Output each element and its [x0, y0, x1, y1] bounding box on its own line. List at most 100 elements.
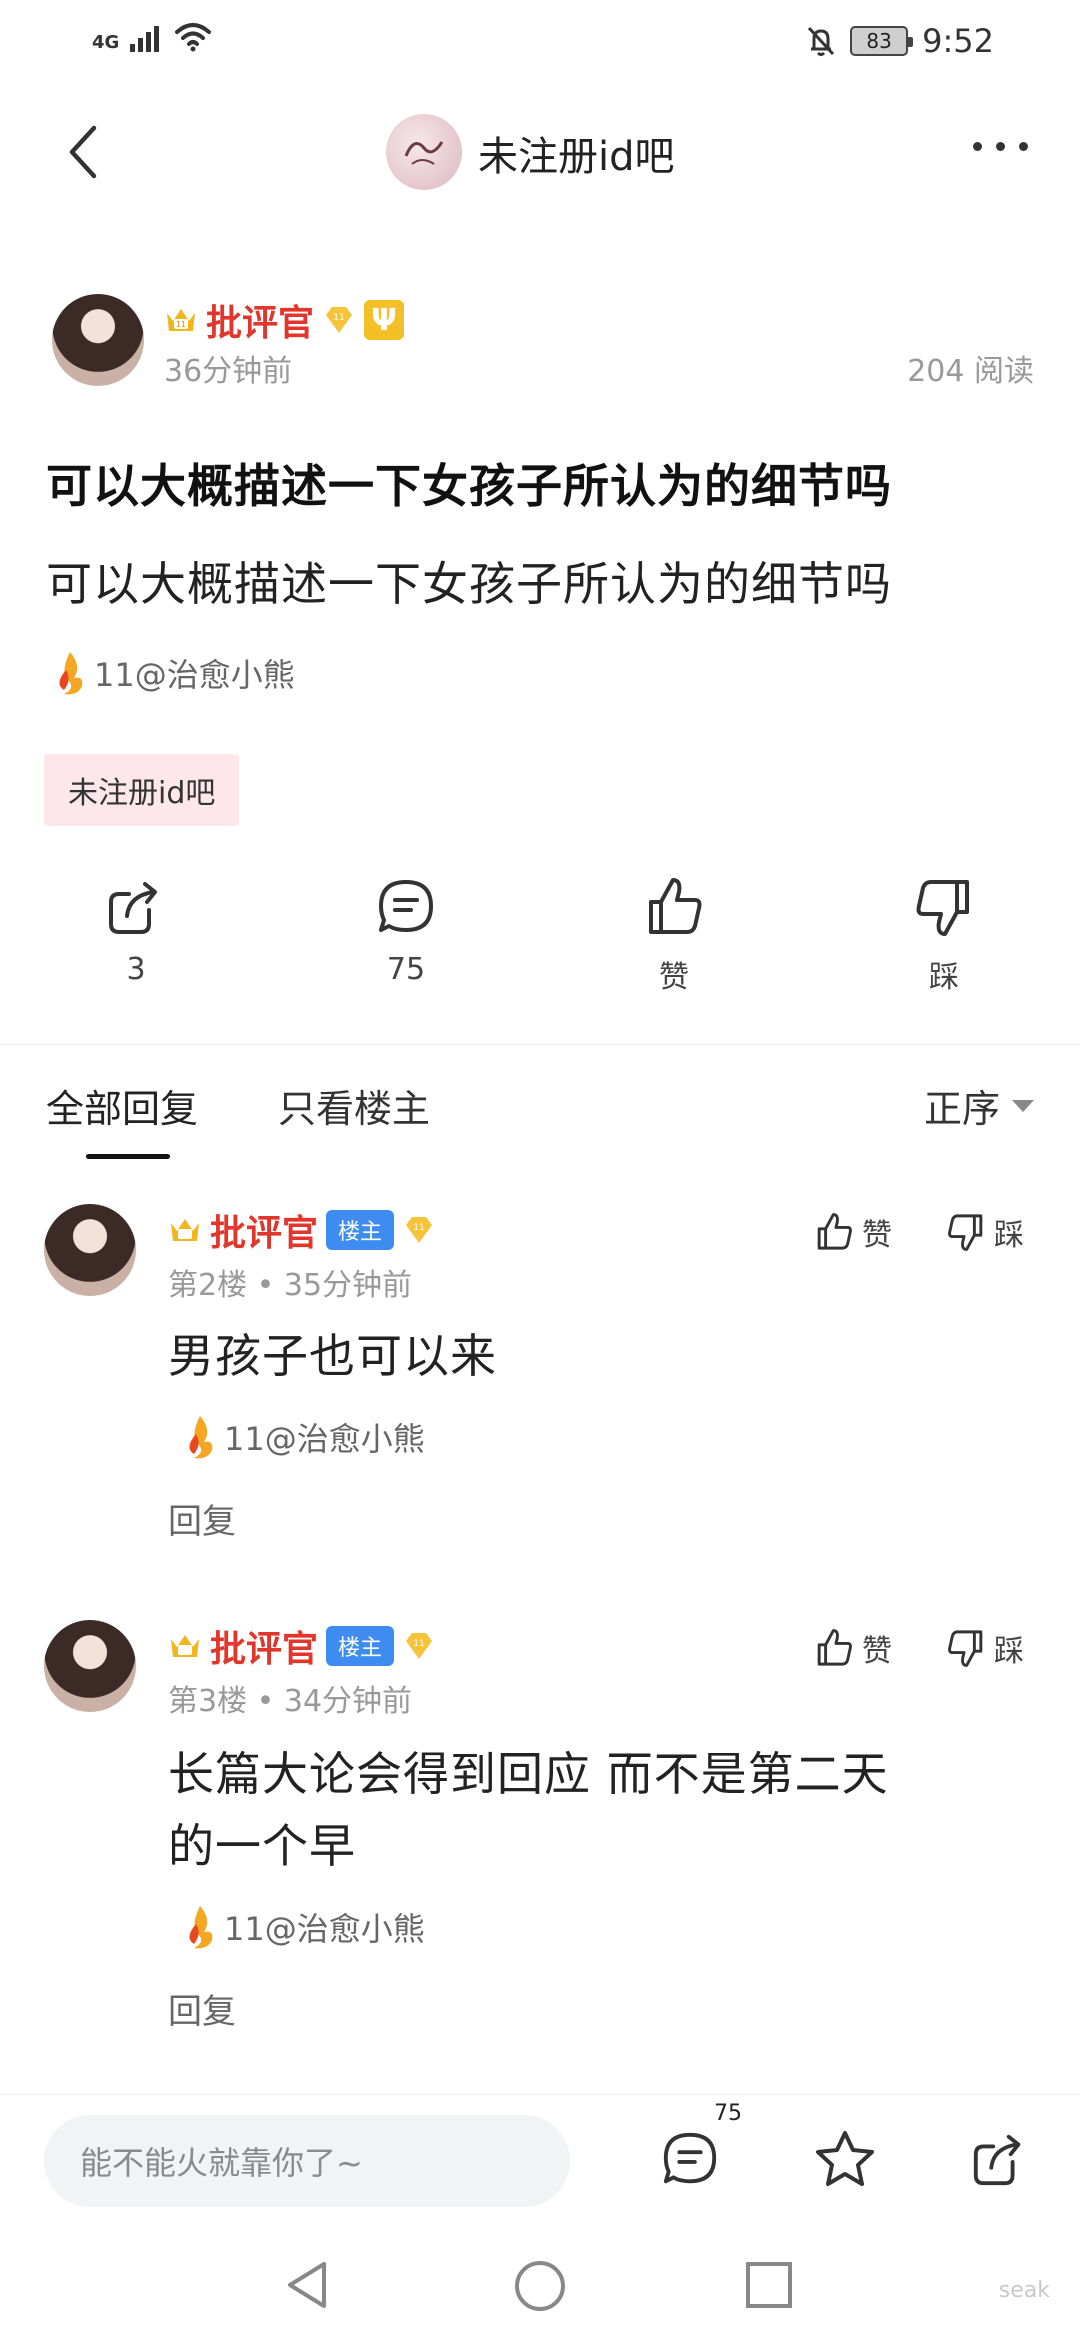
reply-like-button[interactable]: 赞: [814, 1210, 892, 1254]
thumbs-down-icon: [916, 880, 969, 936]
reply-ip-location: 11@治愈小熊: [180, 1414, 425, 1460]
level-diamond-icon: 11: [406, 1217, 433, 1243]
more-dot-icon: [996, 142, 1005, 151]
status-right: 83 9:52: [806, 22, 994, 60]
comment-button[interactable]: 75: [336, 876, 476, 987]
level-diamond-icon: 11: [406, 1633, 433, 1659]
reply-text-line: 的一个早: [168, 1819, 356, 1873]
meta-separator: •: [256, 1268, 284, 1303]
status-bar: 4G 83 9:52: [0, 0, 1080, 84]
comment-icon: [379, 880, 433, 932]
nav-back-icon[interactable]: [282, 2258, 332, 2312]
chevron-left-icon: [69, 125, 97, 179]
bar-logo-art: [404, 141, 444, 165]
clock: 9:52: [922, 22, 994, 60]
status-left: 4G: [92, 22, 213, 52]
meta-separator: •: [256, 1684, 284, 1719]
reply-meta: 第2楼 • 35分钟前: [168, 1260, 412, 1304]
more-dot-icon: [1019, 142, 1028, 151]
nav-home-icon[interactable]: [512, 2258, 568, 2314]
reply-author-row: 批评官 楼主 11: [168, 1204, 436, 1256]
tab-all-replies[interactable]: 全部回复: [46, 1078, 198, 1133]
reply-text: 男孩子也可以来: [168, 1329, 497, 1383]
bar-logo[interactable]: [386, 114, 462, 190]
caret-down-icon: [1012, 1099, 1034, 1112]
flame-icon: [189, 1906, 213, 1949]
tab-op-only[interactable]: 只看楼主: [278, 1078, 430, 1133]
flame-icon: [59, 652, 83, 695]
svg-text:11: 11: [176, 320, 186, 329]
reply-dislike-button[interactable]: 踩: [946, 1626, 1024, 1670]
author-name[interactable]: 批评官: [206, 294, 314, 346]
reply-avatar[interactable]: [44, 1620, 136, 1712]
like-button[interactable]: 赞: [604, 876, 744, 996]
crown-icon: [171, 1219, 199, 1241]
bar-tag[interactable]: 未注册id吧: [44, 754, 240, 826]
reply-dislike-label: 踩: [994, 1218, 1024, 1253]
post-time: 36分钟前: [164, 354, 293, 389]
share-count: 3: [126, 952, 146, 987]
level-number: 11: [333, 313, 344, 323]
share-icon: [109, 882, 157, 934]
reply-like-label: 赞: [862, 1218, 892, 1253]
reply-author-name[interactable]: 批评官: [210, 1620, 318, 1672]
crown-icon: [171, 1635, 199, 1657]
thumbs-down-icon: [948, 1214, 983, 1251]
bar-name[interactable]: 未注册id吧: [478, 124, 675, 182]
dislike-button[interactable]: 踩: [874, 876, 1014, 996]
reply-meta: 第3楼 • 34分钟前: [168, 1676, 412, 1720]
post-ip-location: 11@治愈小熊: [50, 650, 295, 696]
battery-indicator: 83: [850, 26, 914, 56]
reply-link[interactable]: 回复: [168, 1494, 236, 1543]
reply-ip-text: 11@治愈小熊: [224, 1420, 425, 1458]
reply-author-row: 批评官 楼主 11: [168, 1620, 436, 1672]
share-icon[interactable]: [970, 2129, 1030, 2189]
op-badge: 楼主: [326, 1626, 395, 1666]
more-options-button[interactable]: [973, 142, 1028, 151]
comment-icon[interactable]: [660, 2129, 720, 2189]
reply-like-label: 赞: [862, 1634, 892, 1669]
reply-dislike-button[interactable]: 踩: [946, 1210, 1024, 1254]
reply-avatar[interactable]: [44, 1204, 136, 1296]
signal-icon: [130, 26, 160, 52]
reply-ip-text: 11@治愈小熊: [224, 1910, 425, 1948]
reply-link[interactable]: 回复: [168, 1984, 236, 2033]
dislike-label: 踩: [929, 960, 959, 995]
back-button[interactable]: [60, 122, 110, 182]
crown-icon: 11: [167, 309, 195, 331]
reply-author-name[interactable]: 批评官: [210, 1204, 318, 1256]
thumbs-up-icon: [817, 1213, 852, 1250]
op-badge: 楼主: [326, 1210, 395, 1250]
active-tab-indicator: [86, 1154, 170, 1159]
reply-floor: 第3楼: [168, 1684, 248, 1719]
more-dot-icon: [973, 142, 982, 151]
bell-off-icon: [808, 26, 835, 56]
post-body: 可以大概描述一下女孩子所认为的细节吗: [46, 557, 892, 611]
like-label: 赞: [659, 960, 689, 995]
level-diamond-icon: 11: [326, 307, 353, 333]
sort-dropdown[interactable]: 正序: [924, 1078, 1034, 1133]
reply-dislike-label: 踩: [994, 1634, 1024, 1669]
nav-recents-icon[interactable]: [744, 2260, 794, 2310]
reply-like-button[interactable]: 赞: [814, 1626, 892, 1670]
read-count: 204 阅读: [907, 354, 1034, 389]
section-divider: [0, 1044, 1080, 1045]
reply-text-line: 长篇大论会得到回应 而不是第二天: [168, 1747, 889, 1801]
thumbs-up-icon: [649, 878, 702, 934]
reply-floor: 第2楼: [168, 1268, 248, 1303]
thumbs-up-icon: [817, 1629, 852, 1666]
level-number: 11: [413, 1223, 424, 1233]
comment-count-badge: 75: [714, 2101, 742, 2126]
reply-ip-location: 11@治愈小熊: [180, 1904, 425, 1950]
member-badge-icon: Ψ: [364, 300, 405, 340]
sort-label: 正序: [923, 1087, 1000, 1131]
reply-text: 长篇大论会得到回应 而不是第二天 的一个早: [168, 1738, 889, 1882]
share-button[interactable]: 3: [66, 876, 206, 987]
post-title: 可以大概描述一下女孩子所认为的细节吗: [46, 459, 892, 513]
star-icon[interactable]: [814, 2129, 876, 2189]
system-navigation-bar: [0, 2234, 1080, 2340]
top-nav: 未注册id吧: [0, 100, 1080, 210]
author-avatar[interactable]: [52, 294, 144, 386]
comment-input[interactable]: 能不能火就靠你了~: [44, 2115, 570, 2207]
author-row: 11 批评官 11 Ψ: [164, 294, 405, 346]
